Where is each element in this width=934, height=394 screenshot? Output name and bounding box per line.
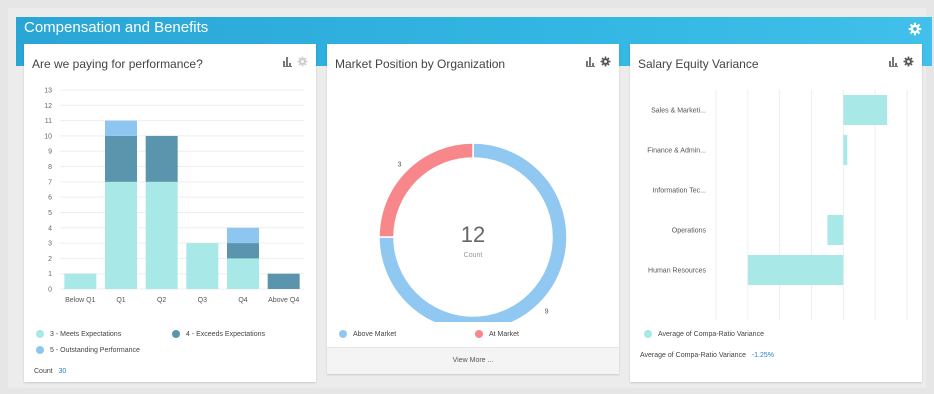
y-tick-label: 6 <box>48 195 52 202</box>
view-more-link[interactable]: View More ... <box>327 347 619 374</box>
chart-icon[interactable] <box>283 56 294 67</box>
bar-segment <box>145 181 178 289</box>
bar <box>747 255 844 285</box>
y-tick-label: Information Tec... <box>652 188 706 195</box>
y-tick-label: 11 <box>45 118 52 125</box>
salary-equity-card: Salary Equity Variance -16.00%12.00%-8.0… <box>630 44 922 382</box>
performance-chart: 012345678910111213Below Q1 Q1 Q2 Q3 Q4 Above … <box>44 88 304 304</box>
y-tick-label: Finance & Admin... <box>647 148 706 155</box>
x-tick-label: Q2 <box>157 297 166 304</box>
y-tick-label: Operations <box>672 228 707 235</box>
y-tick-label: 9 <box>48 149 52 156</box>
legend-swatch <box>475 330 483 338</box>
bar-segment <box>227 258 259 289</box>
chart-icon[interactable] <box>889 56 900 67</box>
legend-label: 5 - Outstanding Performance <box>50 346 140 354</box>
y-tick-label: 10 <box>44 133 52 140</box>
performance-card: Are we paying for performance? 012345678… <box>24 44 316 382</box>
legend-item[interactable]: Above Market <box>339 330 396 338</box>
bar <box>843 135 848 165</box>
donut-slice <box>378 142 474 238</box>
bar-segment <box>267 273 300 289</box>
y-tick-label: 5 <box>48 210 52 217</box>
legend-label: At Market <box>489 330 519 338</box>
count-summary: Count 30 <box>34 368 66 375</box>
legend-swatch <box>172 330 180 338</box>
bar-segment <box>105 120 137 136</box>
card-title: Are we paying for performance? <box>32 57 203 71</box>
salary-equity-chart: -16.00%12.00%-8.00%-4.00%0.00%4.00%8.00%… <box>647 90 908 320</box>
legend-item[interactable]: 5 - Outstanding Performance <box>36 346 140 354</box>
legend-item[interactable]: At Market <box>475 330 519 338</box>
gear-icon[interactable] <box>297 56 308 67</box>
slice-value-label: 3 <box>398 161 402 168</box>
legend-item[interactable]: Average of Compa-Ratio Variance <box>644 330 764 338</box>
summary-value: -1.25% <box>751 352 774 359</box>
section-title: Compensation and Benefits <box>24 19 209 36</box>
legend-item[interactable]: 4 - Exceeds Expectations <box>172 330 265 338</box>
card-tools <box>283 56 308 67</box>
legend-label: 4 - Exceeds Expectations <box>186 330 265 338</box>
donut-center-label: Count <box>464 252 483 259</box>
legend-label: Average of Compa-Ratio Variance <box>658 330 764 338</box>
bar-segment <box>186 243 219 289</box>
bar <box>827 215 844 245</box>
y-tick-label: 12 <box>44 103 52 110</box>
legend-item[interactable]: 3 - Meets Expectations <box>36 330 121 338</box>
y-tick-label: 2 <box>48 256 52 263</box>
bar-segment <box>105 181 137 289</box>
count-value: 30 <box>58 368 67 375</box>
gear-icon[interactable] <box>600 56 611 67</box>
y-tick-label: Human Resources <box>648 268 706 275</box>
x-tick-label: Below Q1 <box>65 297 95 304</box>
legend-swatch <box>36 330 44 338</box>
y-tick-label: 3 <box>48 241 52 248</box>
summary-label: Average of Compa-Ratio Variance <box>640 352 746 359</box>
card-tools <box>889 56 914 67</box>
y-tick-label: 8 <box>48 164 52 171</box>
equity-summary: Average of Compa-Ratio Variance -1.25% <box>640 352 774 359</box>
bar <box>843 95 888 125</box>
x-tick-label: Q3 <box>198 297 207 304</box>
y-tick-label: Sales & Marketi... <box>651 108 706 115</box>
count-label: Count <box>34 368 53 375</box>
y-tick-label: 4 <box>48 225 52 232</box>
legend-swatch <box>644 330 652 338</box>
card-tools <box>586 56 611 67</box>
card-title: Market Position by Organization <box>335 57 506 71</box>
y-tick-label: 1 <box>48 271 52 278</box>
y-tick-label: 7 <box>48 179 52 186</box>
y-tick-label: 13 <box>44 88 52 95</box>
bar-segment <box>105 135 137 182</box>
chart-icon[interactable] <box>586 56 597 67</box>
legend-label: 3 - Meets Expectations <box>50 330 122 338</box>
x-tick-label: Q4 <box>238 297 247 304</box>
market-position-card: Market Position by Organization 12 Count… <box>327 44 619 374</box>
market-donut-chart: 12 Count 9 3 <box>378 142 568 322</box>
legend-label: Above Market <box>353 330 397 338</box>
legend-swatch <box>339 330 347 338</box>
card-title: Salary Equity Variance <box>638 57 759 71</box>
gear-icon[interactable] <box>903 56 914 67</box>
bar-segment <box>145 135 178 182</box>
gear-icon[interactable] <box>908 22 922 36</box>
x-tick-label: Q1 <box>116 297 125 304</box>
slice-value-label: 9 <box>545 309 549 316</box>
bar-segment <box>64 273 97 289</box>
donut-center-value: 12 <box>461 222 485 247</box>
legend-swatch <box>36 346 44 354</box>
bar-segment <box>227 243 259 259</box>
bar-segment <box>227 227 259 244</box>
x-tick-label: Above Q4 <box>268 297 299 304</box>
y-tick-label: 0 <box>48 287 52 294</box>
